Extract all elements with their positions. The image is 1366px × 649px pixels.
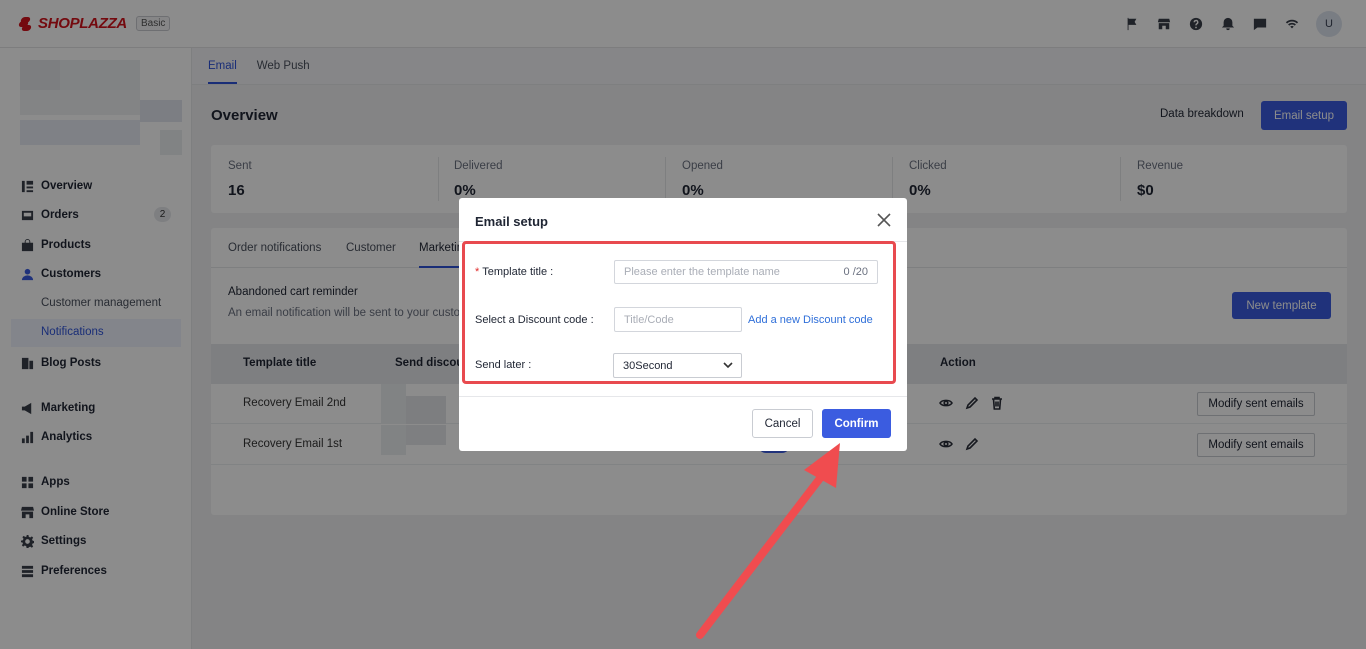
- annotation-highlight-box: [462, 241, 896, 384]
- email-setup-dialog: Email setup * Template title : Please ent…: [459, 198, 907, 451]
- dialog-divider: [459, 396, 907, 397]
- cancel-button[interactable]: Cancel: [752, 409, 813, 438]
- dialog-title: Email setup: [475, 214, 548, 229]
- close-icon[interactable]: [876, 212, 892, 228]
- confirm-button[interactable]: Confirm: [822, 409, 891, 438]
